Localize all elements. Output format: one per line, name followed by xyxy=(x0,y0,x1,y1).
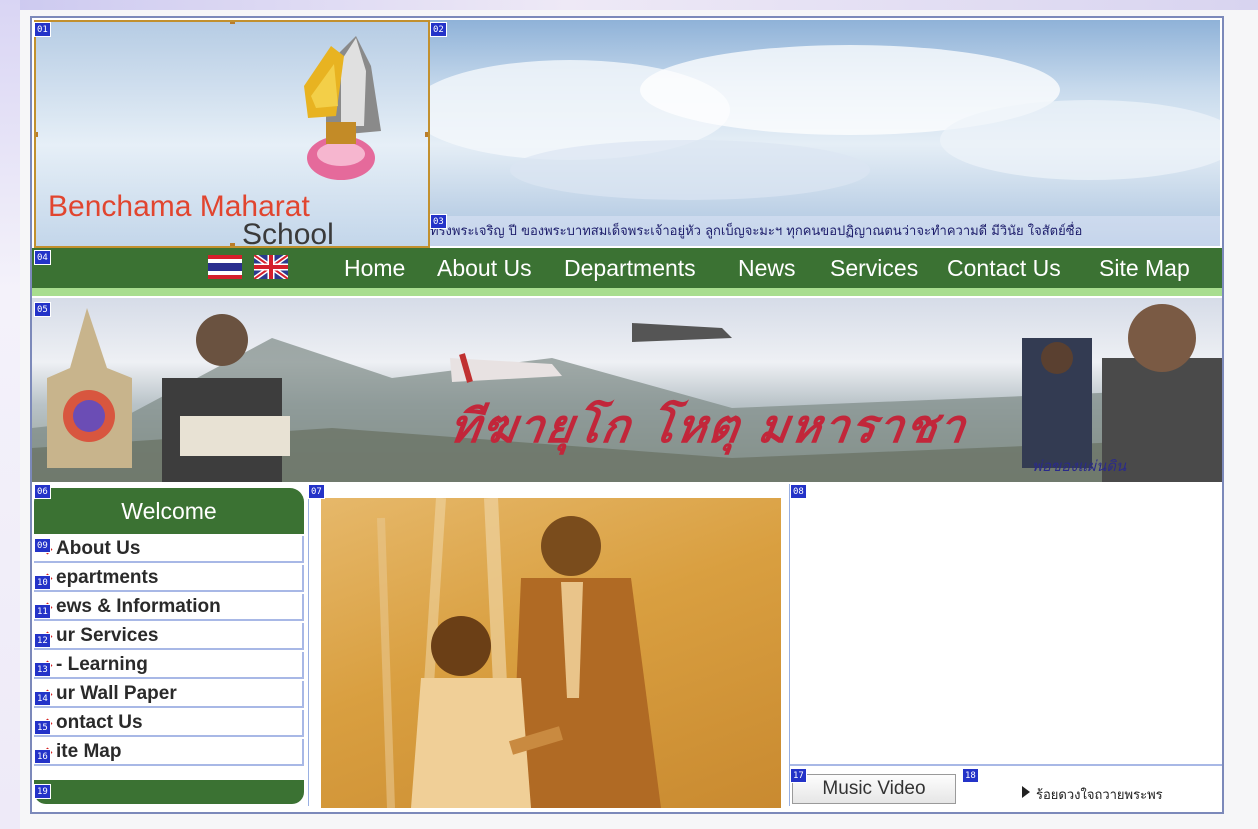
hero-title: ทีฆายุโก โหตุ มหาราชา xyxy=(446,399,971,453)
slice-tag[interactable]: 02 xyxy=(430,22,447,37)
menu-item-about-us[interactable]: About Us xyxy=(34,536,304,563)
menu-item-label: ur Services xyxy=(56,625,159,646)
feature-photo xyxy=(321,498,781,808)
nav-site-map[interactable]: Site Map xyxy=(1099,254,1190,282)
cloud-graphic xyxy=(430,45,1220,200)
slice-tag[interactable]: 14 xyxy=(34,691,51,706)
top-decor-ribbon xyxy=(0,0,1258,10)
welcome-heading: Welcome xyxy=(34,488,304,534)
slice-tag[interactable]: 08 xyxy=(790,484,807,499)
slice-tag[interactable]: 01 xyxy=(34,22,51,37)
right-content: Music Video ร้อยดวงใจถวายพระพร xyxy=(790,484,1222,806)
menu-item-label: About Us xyxy=(56,538,141,559)
marquee-text: ทรงพระเจริญ ปี ของพระบาทสมเด็จพระเจ้าอยู… xyxy=(430,224,1083,239)
menu-item-label: epartments xyxy=(56,567,159,588)
slice-tag[interactable]: 07 xyxy=(308,484,325,499)
hero-banner: ทีฆายุโก โหตุ มหาราชา พ่อของแผ่นดิน xyxy=(32,298,1222,482)
slice-tag[interactable]: 18 xyxy=(962,768,979,783)
slice-tag[interactable]: 04 xyxy=(34,250,51,265)
nav-contact-us[interactable]: Contact Us xyxy=(947,254,1061,282)
uk-flag-icon[interactable] xyxy=(254,255,288,279)
menu-item-site-map[interactable]: ite Map xyxy=(34,739,304,766)
slice-tag[interactable]: 16 xyxy=(34,749,51,764)
song-link[interactable]: ร้อยดวงใจถวายพระพร xyxy=(1022,784,1163,805)
nav-news[interactable]: News xyxy=(738,254,796,282)
play-arrow-icon xyxy=(1022,786,1030,798)
header-banner: ทรงพระเจริญ ปี ของพระบาทสมเด็จพระเจ้าอยู… xyxy=(430,20,1220,246)
selection-handle[interactable] xyxy=(230,22,235,24)
school-emblem-icon xyxy=(304,36,381,180)
center-content xyxy=(308,484,790,808)
menu-item-label: ontact Us xyxy=(56,712,143,733)
slice-tag[interactable]: 09 xyxy=(34,538,51,553)
menu-item-label: ite Map xyxy=(56,741,122,762)
menu-item-news[interactable]: ews & Information xyxy=(34,594,304,621)
menu-item-label: ur Wall Paper xyxy=(56,683,177,704)
menu-item-label: ews & Information xyxy=(56,596,221,617)
news-marquee[interactable]: ทรงพระเจริญ ปี ของพระบาทสมเด็จพระเจ้าอยู… xyxy=(430,216,1220,246)
hero-subtitle: พ่อของแผ่นดิน xyxy=(1032,457,1127,475)
nav-about-us[interactable]: About Us xyxy=(437,254,532,282)
slice-tag[interactable]: 13 xyxy=(34,662,51,677)
school-logo-area[interactable]: Benchama Maharat School xyxy=(34,20,430,248)
slice-tag[interactable]: 10 xyxy=(34,575,51,590)
menu-item-label: - Learning xyxy=(56,654,148,675)
main-nav-bar: Home About Us Departments News Services … xyxy=(32,248,1222,288)
selection-handle[interactable] xyxy=(36,132,38,137)
slice-tag[interactable]: 15 xyxy=(34,720,51,735)
thai-flag-icon[interactable] xyxy=(208,255,242,279)
welcome-menu: Welcome About Us epartments ews & Inform… xyxy=(32,484,308,806)
slice-tag[interactable]: 03 xyxy=(430,214,447,229)
nav-services[interactable]: Services xyxy=(830,254,918,282)
menu-item-e-learning[interactable]: - Learning xyxy=(34,652,304,679)
menu-item-departments[interactable]: epartments xyxy=(34,565,304,592)
school-name-line2: School xyxy=(242,218,334,248)
slice-tag[interactable]: 17 xyxy=(790,768,807,783)
slice-tag[interactable]: 19 xyxy=(34,784,51,799)
menu-item-services[interactable]: ur Services xyxy=(34,623,304,650)
slice-tag[interactable]: 05 xyxy=(34,302,51,317)
nav-departments[interactable]: Departments xyxy=(564,254,696,282)
menu-item-contact-us[interactable]: ontact Us xyxy=(34,710,304,737)
slice-tag[interactable]: 06 xyxy=(34,484,51,499)
menu-footer xyxy=(34,780,304,804)
song-link-text: ร้อยดวงใจถวายพระพร xyxy=(1036,788,1163,803)
slice-tag[interactable]: 12 xyxy=(34,633,51,648)
menu-item-wallpaper[interactable]: ur Wall Paper xyxy=(34,681,304,708)
slice-tag[interactable]: 11 xyxy=(34,604,51,619)
music-video-button[interactable]: Music Video xyxy=(792,774,956,804)
nav-underline xyxy=(32,288,1222,296)
left-decor-ribbon xyxy=(0,0,20,829)
feature-photo-illustration xyxy=(377,498,661,808)
nav-home[interactable]: Home xyxy=(344,254,405,282)
video-area xyxy=(790,484,1222,766)
